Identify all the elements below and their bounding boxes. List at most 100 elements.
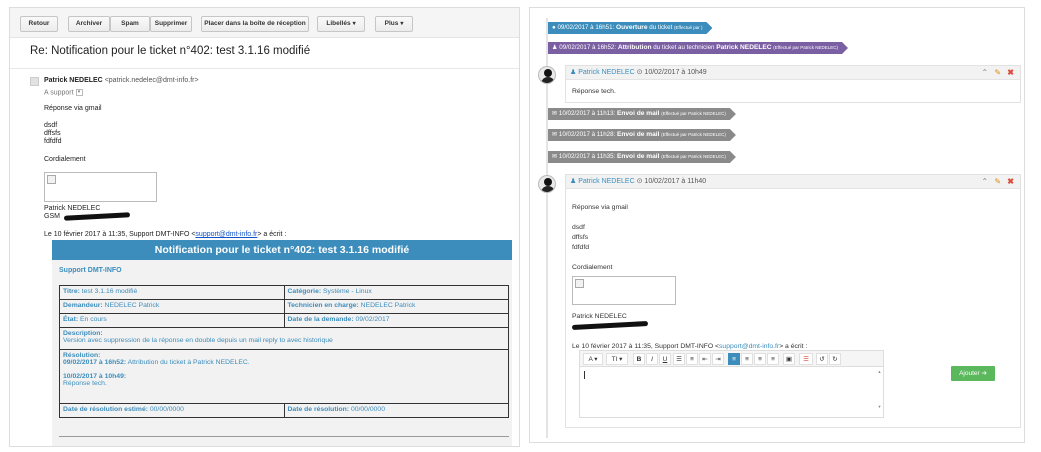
back-button[interactable]: Retour (20, 16, 58, 32)
reply-editor: A ▾ TI ▾ B I U ☰ ≡ ⇤ ⇥ ≡ ≡ ≡ ≡ ▣ ☰ ↺ ↻ ▲… (579, 350, 884, 418)
event-date: 10/02/2017 à 11h35: (558, 153, 616, 160)
table-cell: Date de résolution estimé: 00/00/0000 (59, 403, 285, 418)
reply-author[interactable]: Patrick NEDELEC (578, 178, 634, 185)
support-email-link[interactable]: support@dmt-info.fr (719, 343, 779, 350)
notification-box: Notification pour le ticket n°402: test … (52, 240, 512, 446)
horizontal-rule-icon[interactable]: ☰ (799, 353, 813, 365)
email-subject: Re: Notification pour le ticket n°402: t… (30, 45, 311, 57)
body-line: fdfdfd (44, 138, 62, 145)
reply-card: ♟ Patrick NEDELEC ⊙ 10/02/2017 à 11h40 ⌃… (565, 174, 1021, 428)
event-mail: ✉ 10/02/2017 à 11h28: Envoi de mail (Eff… (548, 129, 736, 141)
recipient-details-dropdown-icon[interactable]: ▾ (75, 89, 83, 96)
close-icon[interactable]: ✖ (1007, 68, 1014, 77)
recipient-line: A support ▾ (44, 89, 83, 96)
redo-icon[interactable]: ↻ (829, 353, 841, 365)
table-row: Demandeur: NEDELEC Patrick Technicien en… (59, 299, 509, 314)
table-cell: Demandeur: NEDELEC Patrick (59, 299, 285, 314)
close-icon[interactable]: ✖ (1007, 177, 1014, 186)
italic-button[interactable]: I (646, 353, 658, 365)
sender-name[interactable]: Patrick NEDELEC (44, 77, 103, 84)
redacted-scribble (571, 321, 649, 330)
reply-header: ♟ Patrick NEDELEC ⊙ 10/02/2017 à 11h40 (566, 175, 1020, 189)
event-opening: ● 09/02/2017 à 16h51: Ouverture du ticke… (548, 22, 712, 34)
move-to-inbox-button[interactable]: Placer dans la boîte de réception (201, 16, 309, 32)
table-cell: Catégorie: Système - Linux (283, 285, 509, 300)
signature-gsm: GSM (44, 213, 60, 220)
event-date: 10/02/2017 à 11h28: (558, 131, 616, 138)
sender-avatar (30, 77, 39, 86)
field-value: En cours (80, 316, 107, 323)
event-by: (Effectué par ) (674, 25, 703, 30)
field-label: Date de résolution: (287, 406, 350, 413)
table-cell: Date de la demande: 09/02/2017 (283, 313, 509, 328)
table-cell: Titre: test 3.1.16 modifié (59, 285, 285, 300)
font-size-button[interactable]: TI ▾ (606, 353, 628, 365)
field-value: 00/00/0000 (350, 406, 385, 413)
notification-title: Notification pour le ticket n°402: test … (52, 240, 512, 260)
sender-line: Patrick NEDELEC <patrick.nedelec@dmt-inf… (44, 77, 199, 84)
bullet-list-icon[interactable]: ☰ (673, 353, 685, 365)
editor-toolbar: A ▾ TI ▾ B I U ☰ ≡ ⇤ ⇥ ≡ ≡ ≡ ≡ ▣ ☰ ↺ ↻ (580, 351, 883, 367)
event-action: Envoi de mail (616, 131, 660, 138)
broken-image (572, 276, 676, 305)
resolution-text: Attribution du ticket à Patrick NEDELEC. (127, 359, 250, 366)
indent-icon[interactable]: ⇥ (712, 353, 724, 365)
event-action: Ouverture (616, 24, 648, 31)
caret-down-icon: ▾ (352, 21, 356, 27)
align-right-icon[interactable]: ≡ (754, 353, 766, 365)
avatar (538, 66, 556, 84)
reply-body-line: dsdf (572, 224, 585, 231)
reply-tools: ⌃ ✎ ✖ (981, 66, 1014, 80)
table-cell: Date de résolution: 00/00/0000 (283, 403, 509, 418)
support-email-link[interactable]: support@dmt-info.fr (195, 231, 257, 238)
chevron-up-icon[interactable]: ⌃ (981, 68, 988, 77)
align-center-icon[interactable]: ≡ (741, 353, 753, 365)
archive-button[interactable]: Archiver (68, 16, 110, 32)
pencil-icon[interactable]: ✎ (994, 177, 1001, 186)
reply-textarea[interactable]: ▲ ▼ (580, 367, 883, 419)
align-left-icon[interactable]: ≡ (728, 353, 740, 365)
font-color-button[interactable]: A ▾ (583, 353, 603, 365)
ticket-timeline-panel: ● 09/02/2017 à 16h51: Ouverture du ticke… (529, 7, 1025, 443)
numbered-list-icon[interactable]: ≡ (686, 353, 698, 365)
justify-icon[interactable]: ≡ (767, 353, 779, 365)
event-action: Attribution (617, 44, 652, 51)
reply-card: ♟ Patrick NEDELEC ⊙ 10/02/2017 à 10h49 ⌃… (565, 65, 1021, 103)
table-cell: Résolution: 09/02/2017 à 16h52: Attributi… (59, 349, 509, 404)
user-icon: ♟ (570, 178, 577, 185)
event-mail: ✉ 10/02/2017 à 11h13: Envoi de mail (Eff… (548, 108, 736, 120)
field-label: Description: (63, 330, 103, 337)
reply-body-line: Réponse via gmail (572, 204, 628, 211)
table-row: Description: Version avec suppression de … (59, 327, 509, 350)
textarea-scrollbar[interactable]: ▲ ▼ (877, 369, 882, 417)
table-cell: État: En cours (59, 313, 285, 328)
labels-button[interactable]: Libellés ▾ (317, 16, 365, 32)
pencil-icon[interactable]: ✎ (994, 68, 1001, 77)
field-label: Date de résolution estimé: (63, 406, 148, 413)
more-button[interactable]: Plus ▾ (375, 16, 413, 32)
body-line: dsdf (44, 122, 58, 129)
field-label: Technicien en charge: (287, 302, 359, 309)
signature-name: Patrick NEDELEC (44, 205, 101, 212)
broken-image-icon (47, 175, 56, 184)
image-icon[interactable]: ▣ (783, 353, 795, 365)
delete-button[interactable]: Supprimer (150, 16, 192, 32)
sender-email: <patrick.nedelec@dmt-info.fr> (104, 77, 199, 84)
underline-button[interactable]: U (659, 353, 671, 365)
spam-button[interactable]: Spam (110, 16, 150, 32)
redacted-scribble (63, 212, 131, 221)
bold-button[interactable]: B (633, 353, 645, 365)
reply-author[interactable]: Patrick NEDELEC (578, 69, 634, 76)
undo-icon[interactable]: ↺ (816, 353, 828, 365)
quote-suffix: > a écrit : (257, 231, 287, 238)
event-mail: ✉ 10/02/2017 à 11h35: Envoi de mail (Eff… (548, 151, 736, 163)
table-row: Résolution: 09/02/2017 à 16h52: Attributi… (59, 349, 509, 404)
reply-text: Réponse tech. (572, 88, 616, 95)
field-label: État: (63, 316, 79, 323)
event-date: 10/02/2017 à 11h13: (558, 110, 616, 117)
field-label: Titre: (63, 288, 80, 295)
outdent-icon[interactable]: ⇤ (699, 353, 711, 365)
event-date: 09/02/2017 à 16h52: (559, 44, 617, 51)
add-reply-button[interactable]: Ajouter ➔ (951, 366, 995, 381)
chevron-up-icon[interactable]: ⌃ (981, 177, 988, 186)
